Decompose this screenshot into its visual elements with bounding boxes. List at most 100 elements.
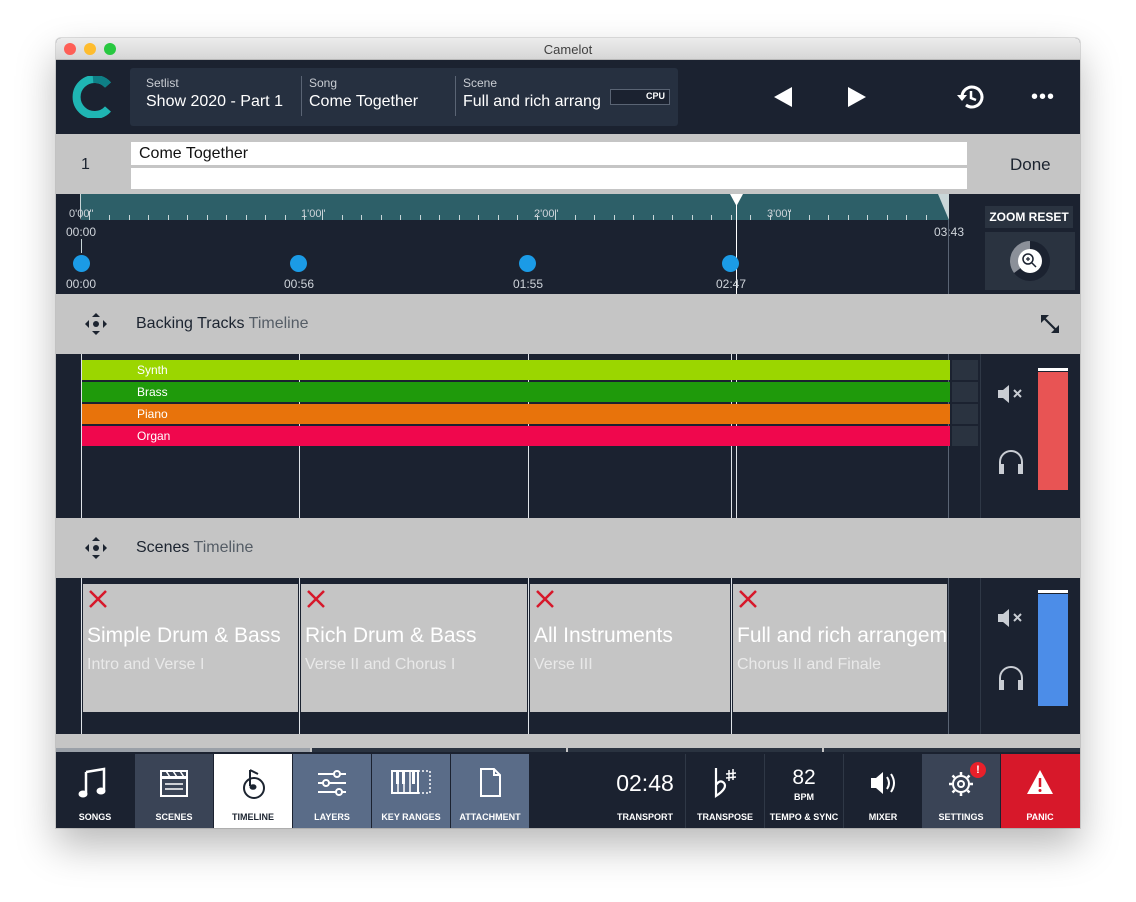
delete-scene-icon[interactable] — [305, 588, 327, 610]
ruler-tick — [342, 215, 343, 220]
ruler-tick — [168, 215, 169, 220]
scene-value: Full and rich arrang — [463, 93, 601, 110]
nav-tempo-sync[interactable]: 82 BPM TEMPO & SYNC — [764, 754, 842, 828]
track-organ[interactable]: Organ — [82, 426, 950, 446]
divider — [455, 76, 456, 116]
done-button[interactable]: Done — [1010, 155, 1051, 175]
nav-label: TIMELINE — [232, 812, 274, 822]
ruler-tick — [109, 215, 110, 220]
nav-scenes[interactable]: SCENES — [135, 754, 213, 828]
scene-block[interactable]: Rich Drum & Bass Verse II and Chorus I — [301, 584, 527, 712]
scene-name: Rich Drum & Bass — [305, 624, 477, 647]
previous-scene-button[interactable] — [772, 86, 794, 108]
clapperboard-icon — [160, 770, 188, 797]
level-peak — [1038, 368, 1068, 371]
ruler-label: 0'00" — [69, 208, 94, 220]
context-pill[interactable]: Setlist Show 2020 - Part 1 Song Come Tog… — [130, 68, 678, 126]
nav-mixer[interactable]: MIXER — [843, 754, 921, 828]
playhead-handle[interactable] — [730, 194, 743, 206]
track-piano[interactable]: Piano — [82, 404, 950, 424]
scene-block[interactable]: All Instruments Verse III — [530, 584, 730, 712]
scene-marker[interactable] — [290, 255, 307, 272]
nav-songs[interactable]: SONGS — [56, 754, 134, 828]
nav-attachment[interactable]: ATTACHMENT — [451, 754, 529, 828]
zoom-reset-button[interactable]: ZOOM RESET — [985, 206, 1073, 228]
level-peak — [1038, 590, 1068, 593]
scene-marker[interactable] — [519, 255, 536, 272]
more-options-icon[interactable]: ••• — [1031, 86, 1055, 109]
music-note-icon — [78, 767, 106, 798]
song-second-input[interactable] — [131, 168, 967, 189]
track-handle[interactable] — [952, 360, 978, 380]
scene-block[interactable]: Full and rich arrangem Chorus II and Fin… — [733, 584, 947, 712]
settings-alert-badge: ! — [970, 762, 986, 778]
zoom-dial[interactable] — [985, 232, 1075, 290]
zoom-knob-icon — [1010, 241, 1050, 281]
scene-block[interactable]: Simple Drum & Bass Intro and Verse I — [83, 584, 298, 712]
delete-scene-icon[interactable] — [737, 588, 759, 610]
song-title-input[interactable]: Come Together — [131, 142, 967, 165]
volume-meter[interactable] — [1038, 594, 1068, 706]
title-bar: Camelot — [56, 38, 1080, 60]
nav-label: PANIC — [1026, 812, 1054, 822]
ruler-tick — [711, 215, 712, 220]
delete-scene-icon[interactable] — [87, 588, 109, 610]
nav-label: TRANSPOSE — [696, 812, 753, 822]
range-end-handle[interactable] — [938, 194, 949, 220]
scene-sub: Verse III — [534, 656, 593, 673]
ruler-tick — [828, 215, 829, 220]
next-scene-button[interactable] — [846, 86, 868, 108]
end-line — [948, 220, 949, 294]
setlist-cell[interactable]: Setlist Show 2020 - Part 1 — [146, 76, 283, 111]
nav-key-ranges[interactable]: KEY RANGES — [372, 754, 450, 828]
transport-time: 02:48 — [616, 770, 674, 796]
history-icon[interactable] — [954, 83, 984, 111]
ruler-tick — [594, 215, 595, 220]
volume-meter[interactable] — [1038, 372, 1068, 490]
app-header: Setlist Show 2020 - Part 1 Song Come Tog… — [56, 60, 1080, 134]
ruler-tick — [692, 215, 693, 220]
headphones-icon[interactable] — [996, 664, 1026, 692]
sliders-icon — [318, 770, 346, 796]
scene-sub: Chorus II and Finale — [737, 656, 882, 673]
scene-marker[interactable] — [73, 255, 90, 272]
setlist-caption: Setlist — [146, 76, 179, 90]
headphones-icon[interactable] — [996, 448, 1026, 476]
nav-layers[interactable]: LAYERS — [293, 754, 371, 828]
track-brass[interactable]: Brass — [82, 382, 950, 402]
nav-label: MIXER — [868, 812, 898, 822]
nav-label: ATTACHMENT — [459, 812, 521, 822]
track-handle[interactable] — [952, 404, 978, 424]
ruler-tick — [129, 215, 130, 220]
scene-cell[interactable]: Scene Full and rich arrang — [463, 76, 613, 111]
mute-icon[interactable] — [996, 606, 1026, 630]
ruler-tick — [207, 215, 208, 220]
move-icon[interactable] — [84, 312, 108, 336]
ruler-tick — [187, 215, 188, 220]
timeline-overview[interactable]: 0'00" 1'00" 2'00" 3'00" 00:00 03:43 00:0… — [56, 194, 1080, 294]
grid-line — [299, 578, 300, 734]
scene-sub: Intro and Verse I — [87, 656, 205, 673]
move-icon[interactable] — [84, 536, 108, 560]
mute-icon[interactable] — [996, 382, 1026, 406]
ruler-tick — [361, 215, 362, 220]
scene-name: Full and rich arrangem — [737, 624, 947, 647]
track-handle[interactable] — [952, 426, 978, 446]
track-synth[interactable]: Synth — [82, 360, 950, 380]
scroll-strip[interactable] — [56, 734, 1080, 752]
track-handle[interactable] — [952, 382, 978, 402]
scene-marker[interactable] — [722, 255, 739, 272]
expand-icon[interactable] — [1039, 313, 1061, 335]
timeline-start-time: 00:00 — [66, 225, 97, 239]
ruler-tick — [148, 215, 149, 220]
nav-settings[interactable]: ! SETTINGS — [922, 754, 1000, 828]
nav-transport[interactable]: 02:48 TRANSPORT — [606, 754, 684, 828]
delete-scene-icon[interactable] — [534, 588, 556, 610]
nav-transpose[interactable]: TRANSPOSE — [685, 754, 763, 828]
song-cell[interactable]: Song Come Together — [309, 76, 418, 111]
nav-timeline[interactable]: TIMELINE — [214, 754, 292, 828]
ruler-tick — [498, 215, 499, 220]
nav-panic[interactable]: PANIC — [1001, 754, 1080, 828]
ruler-tick — [653, 215, 654, 220]
backing-tracks-title: Backing Tracks — [136, 315, 245, 332]
